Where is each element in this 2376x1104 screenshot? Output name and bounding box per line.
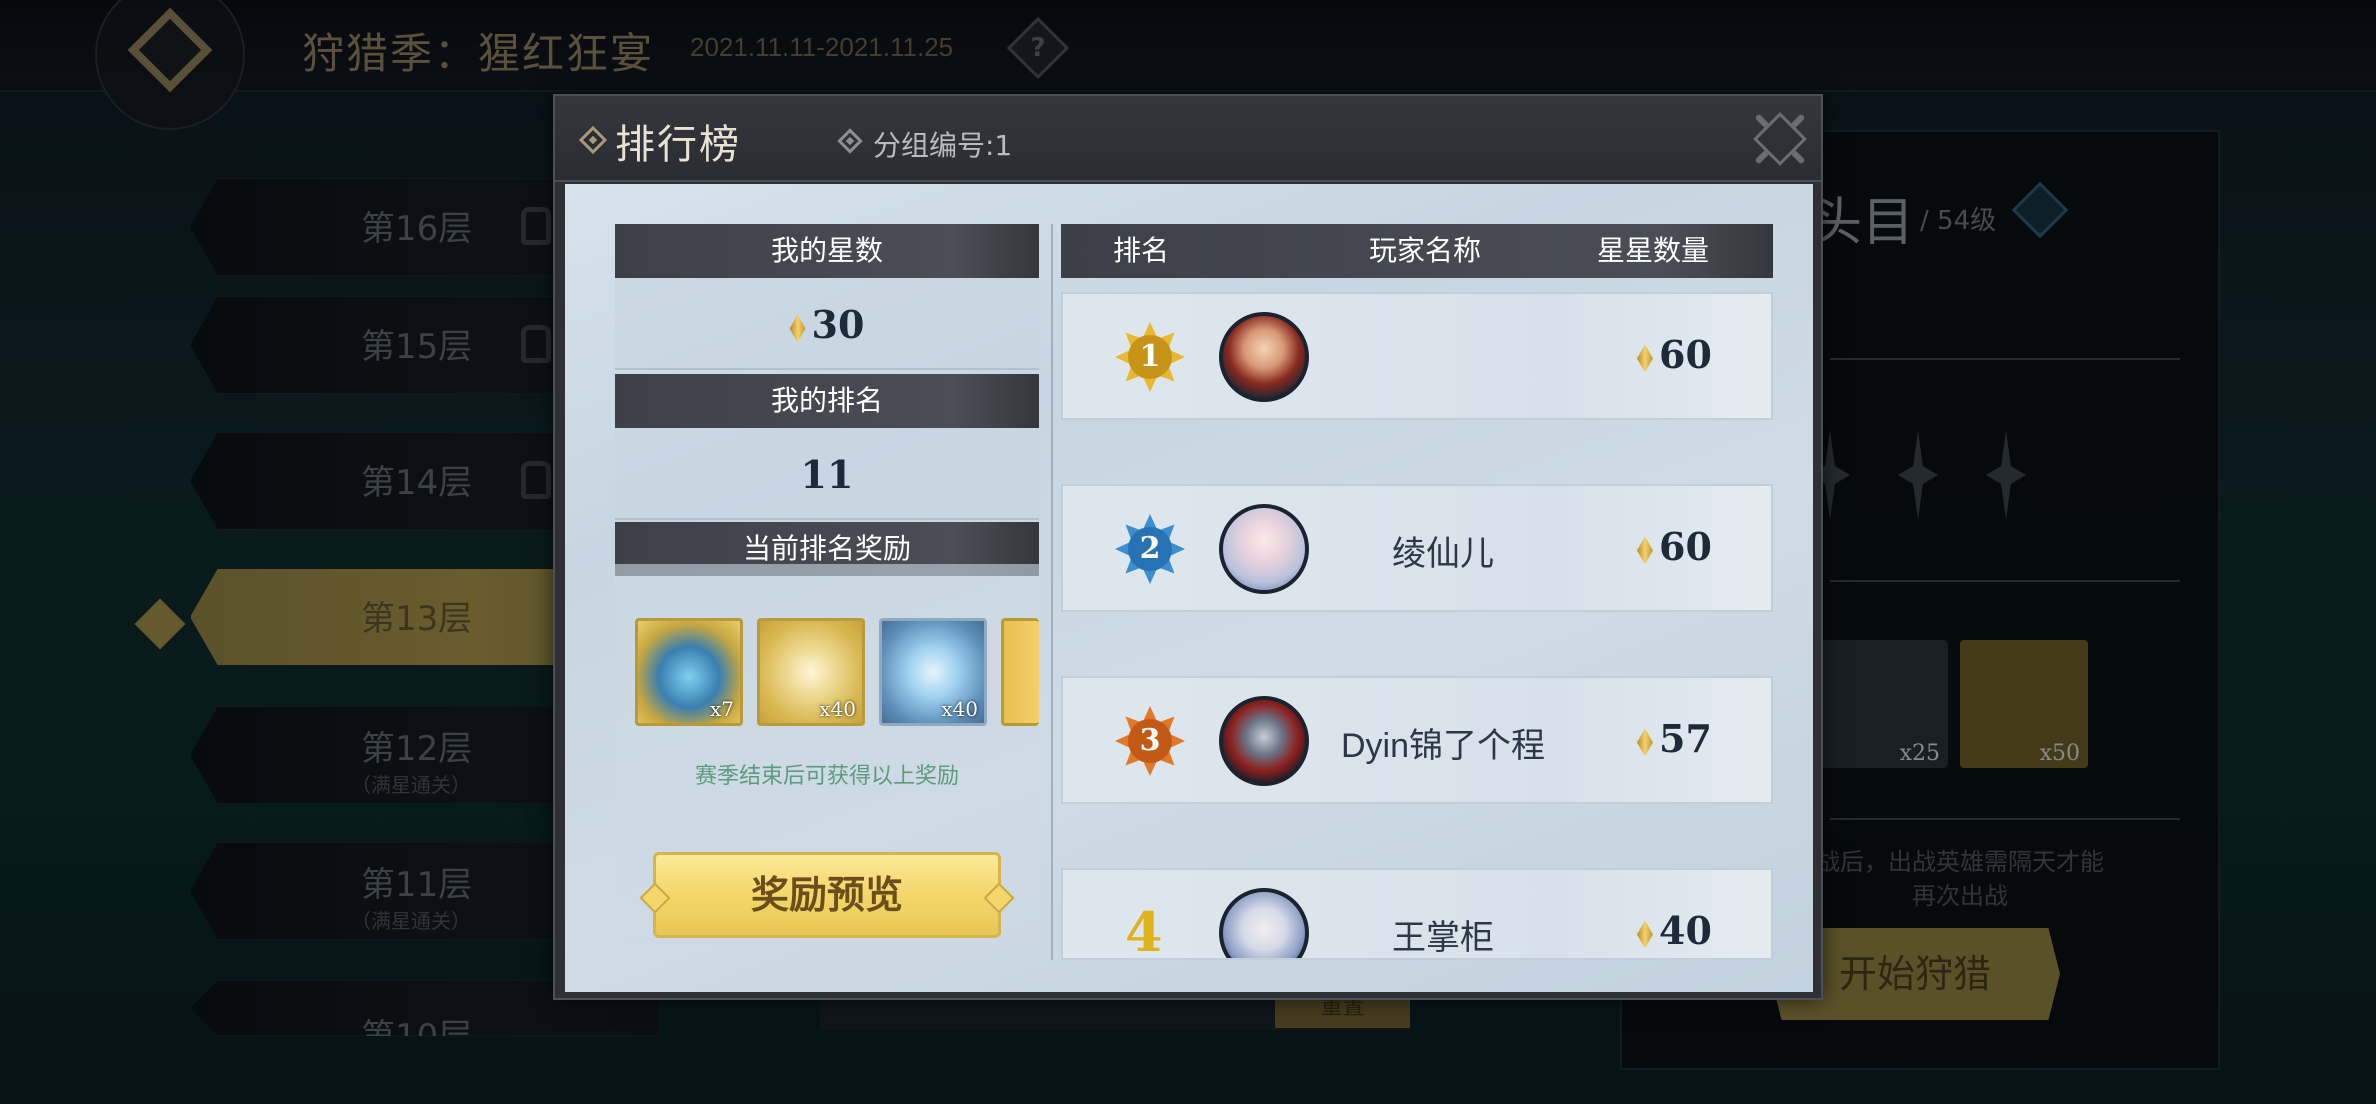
group-label: 分组编号:1 <box>873 129 1013 162</box>
avatar[interactable] <box>1219 888 1309 958</box>
star-icon <box>789 314 806 343</box>
reward-preview-button[interactable]: 奖励预览 <box>653 852 1001 938</box>
my-stars-value: 30 <box>811 302 865 347</box>
star-count-cell: 57 <box>1637 716 1712 761</box>
player-name: 绫仙儿 <box>1392 535 1494 573</box>
ranking-row[interactable]: 1 60 <box>1061 292 1773 420</box>
potion-icon[interactable]: x7 <box>635 618 743 726</box>
my-stars-header: 我的星数 <box>615 224 1039 278</box>
leaderboard-modal: 排行榜 分组编号:1 我的星数 30 我的排名 11 当前排名奖励 x7 x40… <box>553 94 1823 1000</box>
rank-number: 2 <box>1128 527 1172 571</box>
blue-crystal-icon[interactable]: x40 <box>879 618 987 726</box>
star-count: 40 <box>1659 908 1712 953</box>
avatar[interactable] <box>1219 312 1309 402</box>
star-icon <box>1637 536 1653 565</box>
rank-badge-icon: 3 <box>1115 706 1185 776</box>
my-rank-box: 11 <box>615 428 1039 520</box>
more-reward-icon[interactable] <box>1001 618 1039 726</box>
star-icon <box>1637 344 1653 373</box>
group-diamond-icon <box>837 128 863 154</box>
column-divider <box>1051 224 1053 960</box>
my-stars-box: 30 <box>615 278 1039 370</box>
reward-count: x40 <box>819 697 856 721</box>
modal-header: 排行榜 分组编号:1 <box>555 96 1821 182</box>
reward-count: x7 <box>709 697 734 721</box>
rank-badge-icon: 1 <box>1115 322 1185 392</box>
reward-area: x7 x40 x40 赛季结束后可获得以上奖励 奖励预览 <box>615 564 1039 944</box>
reward-count: x40 <box>941 697 978 721</box>
star-count: 60 <box>1659 332 1712 377</box>
modal-title: 排行榜 <box>615 122 741 168</box>
close-button[interactable] <box>1749 108 1811 170</box>
reward-note: 赛季结束后可获得以上奖励 <box>694 764 959 789</box>
rank-column-header: 排名 <box>1113 234 1170 267</box>
gold-crystal-icon[interactable]: x40 <box>757 618 865 726</box>
player-name: Dyin锦了个程 <box>1340 727 1546 765</box>
stars-column-header: 星星数量 <box>1597 234 1710 267</box>
ranking-row[interactable]: 4 王掌柜 40 <box>1061 868 1773 960</box>
ranking-header: 排名 玩家名称 星星数量 <box>1061 224 1773 278</box>
my-rank-value: 11 <box>800 452 854 497</box>
ranking-row[interactable]: 3 Dyin锦了个程 57 <box>1061 676 1773 804</box>
ranking-row[interactable]: 2 绫仙儿 60 <box>1061 484 1773 612</box>
rank-number: 3 <box>1128 719 1172 763</box>
my-rank-header-label: 我的排名 <box>770 384 883 417</box>
reward-preview-label: 奖励预览 <box>750 873 903 917</box>
rank-number: 1 <box>1128 335 1172 379</box>
my-stars-header-label: 我的星数 <box>770 234 883 267</box>
my-stars-value-row: 30 <box>615 302 1039 347</box>
star-count-cell: 60 <box>1637 332 1712 377</box>
rank-badge-icon: 2 <box>1115 514 1185 584</box>
name-column-header: 玩家名称 <box>1369 234 1482 267</box>
avatar[interactable] <box>1219 504 1309 594</box>
my-rank-header: 我的排名 <box>615 374 1039 428</box>
player-name: 王掌柜 <box>1392 919 1494 957</box>
title-diamond-icon <box>578 125 608 155</box>
star-count: 60 <box>1659 524 1712 569</box>
star-count: 57 <box>1659 716 1712 761</box>
star-count-cell: 40 <box>1637 908 1712 953</box>
star-icon <box>1637 920 1653 949</box>
modal-body: 我的星数 30 我的排名 11 当前排名奖励 x7 x40 x40 赛季结束后可… <box>565 184 1813 992</box>
rank-number: 4 <box>1125 900 1163 960</box>
star-count-cell: 60 <box>1637 524 1712 569</box>
star-icon <box>1637 728 1653 757</box>
avatar[interactable] <box>1219 696 1309 786</box>
